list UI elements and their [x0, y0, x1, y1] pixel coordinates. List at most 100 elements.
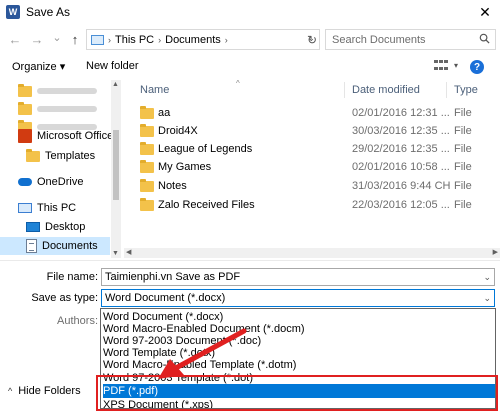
sidebar-item-label: OneDrive	[37, 176, 84, 188]
table-row[interactable]: aa 02/01/2016 12:31 ... File	[124, 104, 500, 121]
file-list-horizontal-scrollbar[interactable]: ◀ ▶	[124, 248, 500, 258]
view-options-icon[interactable]	[434, 60, 448, 72]
chevron-down-icon[interactable]: ▾	[454, 61, 458, 70]
column-header-date[interactable]: Date modified	[352, 84, 420, 96]
blurred-label	[37, 106, 97, 112]
navigation-bar: ← → ⌄ ↑ › This PC › Documents › ⌄ ↻ Sear…	[0, 26, 500, 52]
computer-icon	[91, 34, 104, 45]
table-row[interactable]: Zalo Received Files 22/03/2016 12:05 ...…	[124, 196, 500, 213]
computer-icon	[18, 203, 32, 213]
forward-arrow-icon[interactable]: →	[26, 28, 48, 50]
new-folder-button[interactable]: New folder	[86, 60, 139, 72]
folder-icon	[18, 101, 32, 115]
title-bar: W Save As ✕	[0, 0, 500, 24]
up-arrow-icon[interactable]: ↑	[64, 28, 86, 50]
office-icon	[18, 129, 32, 143]
chevron-right-icon[interactable]: ›	[225, 35, 228, 45]
sidebar-item-label: This PC	[37, 202, 77, 214]
file-name: aa	[158, 107, 171, 119]
hide-folders-button[interactable]: ^ Hide Folders	[8, 385, 81, 397]
table-row[interactable]: Droid4X 30/03/2016 12:35 ... File	[124, 122, 500, 139]
scroll-up-icon[interactable]: ▲	[112, 81, 119, 88]
folder-icon	[140, 124, 154, 137]
breadcrumb-documents[interactable]: Documents	[165, 34, 221, 46]
sidebar-item-hidden-2[interactable]	[18, 100, 97, 118]
file-name: My Games	[158, 161, 212, 173]
folder-icon	[140, 160, 154, 173]
file-name: Notes	[158, 180, 187, 192]
chevron-right-icon[interactable]: ›	[158, 35, 161, 45]
folder-icon	[140, 179, 154, 192]
file-date: 22/03/2016 12:05 ...	[352, 199, 450, 211]
file-date: 02/01/2016 12:31 ...	[352, 107, 450, 119]
navigation-pane: Microsoft Office Templates OneDrive This…	[0, 80, 122, 258]
column-header-name[interactable]: Name	[140, 84, 169, 96]
file-name-field[interactable]: Taimienphi.vn Save as PDF ⌄	[101, 268, 495, 286]
file-type: File	[454, 143, 472, 155]
sidebar-item-this-pc[interactable]: This PC	[18, 199, 76, 217]
file-type: File	[454, 125, 472, 137]
sidebar-item-label: Documents	[42, 240, 98, 252]
search-icon	[479, 33, 490, 44]
file-list: ^ Name Date modified Type aa 02/01/2016 …	[124, 79, 500, 258]
scroll-right-icon[interactable]: ▶	[493, 248, 498, 256]
sidebar-item-onedrive[interactable]: OneDrive	[18, 173, 83, 191]
scroll-left-icon[interactable]: ◀	[126, 248, 131, 256]
search-input[interactable]: Search Documents	[325, 29, 496, 50]
folder-icon	[140, 142, 154, 155]
folder-icon	[26, 148, 40, 162]
breadcrumb-this-pc[interactable]: This PC	[115, 34, 154, 46]
scroll-down-icon[interactable]: ▼	[112, 250, 119, 257]
chevron-down-icon[interactable]: ⌄	[483, 290, 491, 306]
chevron-down-icon[interactable]: ⌄	[483, 269, 491, 285]
address-bar[interactable]: › This PC › Documents › ⌄	[86, 29, 320, 50]
organize-button[interactable]: Organize ▾	[12, 60, 65, 73]
command-toolbar: Organize ▾ New folder ▾ ?	[0, 55, 500, 79]
sidebar-scrollbar[interactable]: ▲ ▼	[111, 80, 121, 258]
chevron-up-icon: ^	[8, 386, 13, 396]
file-type: File	[454, 107, 472, 119]
desktop-icon	[26, 222, 40, 232]
close-icon[interactable]: ✕	[470, 0, 500, 24]
file-type: File	[454, 161, 472, 173]
file-date: 02/01/2016 10:58 ...	[352, 161, 450, 173]
back-arrow-icon[interactable]: ←	[4, 28, 26, 50]
sidebar-item-templates[interactable]: Templates	[26, 147, 95, 165]
column-header-type[interactable]: Type	[454, 84, 478, 96]
cloud-icon	[18, 178, 32, 186]
column-divider[interactable]	[344, 82, 345, 98]
file-name-value: Taimienphi.vn Save as PDF	[105, 271, 241, 283]
table-row[interactable]: Notes 31/03/2016 9:44 CH File	[124, 177, 500, 194]
table-row[interactable]: League of Legends 29/02/2016 12:35 ... F…	[124, 140, 500, 157]
file-name: League of Legends	[158, 143, 253, 155]
file-name-label: File name:	[46, 271, 98, 283]
file-date: 29/02/2016 12:35 ...	[352, 143, 450, 155]
sidebar-item-documents[interactable]: Documents	[0, 237, 110, 255]
sidebar-item-label: Templates	[45, 150, 96, 162]
folder-icon	[18, 83, 32, 97]
sort-chevron-icon: ^	[236, 79, 240, 88]
help-icon[interactable]: ?	[470, 60, 484, 74]
file-name: Droid4X	[158, 125, 198, 137]
sidebar-item-hidden-1[interactable]	[18, 82, 97, 100]
authors-label: Authors:	[57, 315, 98, 327]
refresh-icon[interactable]: ↻	[302, 29, 322, 50]
table-row[interactable]: My Games 02/01/2016 10:58 ... File	[124, 158, 500, 175]
sidebar-item-label: Desktop	[45, 221, 86, 233]
save-as-type-value: Word Document (*.docx)	[105, 292, 226, 304]
file-list-header: ^ Name Date modified Type	[124, 79, 500, 100]
file-name: Zalo Received Files	[158, 199, 255, 211]
file-type: File	[454, 180, 472, 192]
sidebar-item-desktop[interactable]: Desktop	[26, 218, 85, 236]
save-as-type-select[interactable]: Word Document (*.docx) ⌄	[101, 289, 495, 307]
scrollbar-thumb[interactable]	[113, 130, 119, 200]
chevron-right-icon[interactable]: ›	[108, 35, 111, 45]
file-date: 31/03/2016 9:44 CH	[352, 180, 451, 192]
word-app-icon: W	[6, 5, 20, 19]
sidebar-item-microsoft-office[interactable]: Microsoft Office	[18, 127, 113, 145]
column-divider[interactable]	[446, 82, 447, 98]
documents-icon	[26, 239, 37, 253]
window-title: Save As	[26, 5, 71, 19]
file-type: File	[454, 199, 472, 211]
folder-icon	[140, 106, 154, 119]
